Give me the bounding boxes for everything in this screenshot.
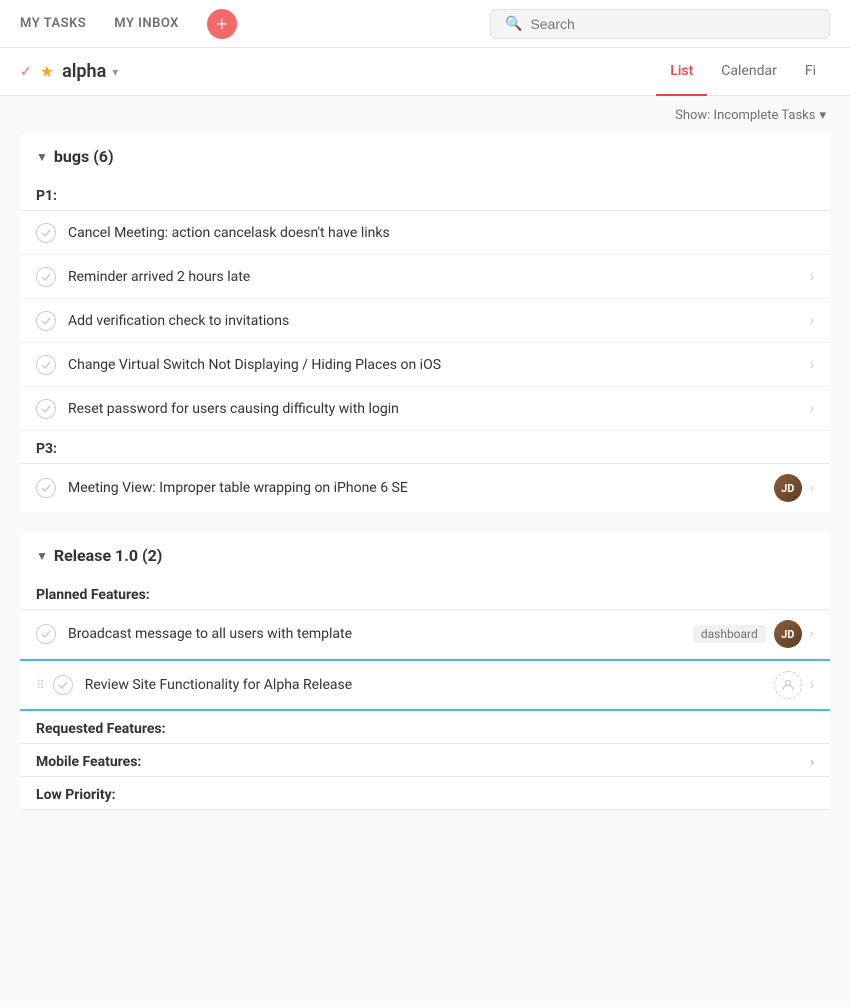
task-complete-button[interactable]	[36, 311, 56, 331]
release-section: ▼ Release 1.0 (2) Planned Features: Broa…	[20, 532, 830, 810]
search-icon: 🔍	[505, 16, 522, 32]
bugs-section-header[interactable]: ▼ bugs (6)	[20, 133, 830, 178]
task-row: Broadcast message to all users with temp…	[20, 610, 830, 659]
p3-subsection-header[interactable]: P3:	[20, 431, 830, 464]
task-arrow-icon: ›	[810, 401, 814, 417]
task-complete-button[interactable]	[53, 675, 73, 695]
search-input[interactable]	[530, 16, 815, 32]
project-name: alpha	[62, 61, 106, 82]
star-icon: ★	[40, 62, 54, 81]
avatar-placeholder	[774, 671, 802, 699]
mobile-subsection-header[interactable]: Mobile Features: ›	[20, 744, 830, 777]
task-text: Broadcast message to all users with temp…	[68, 626, 685, 642]
task-row: Meeting View: Improper table wrapping on…	[20, 464, 830, 512]
task-arrow-icon: ›	[810, 269, 814, 285]
task-complete-button[interactable]	[36, 399, 56, 419]
avatar: JD	[774, 474, 802, 502]
bugs-collapse-icon: ▼	[36, 150, 48, 164]
planned-label: Planned Features:	[36, 587, 814, 603]
main-content: Show: Incomplete Tasks ▾ ▼ bugs (6) P1: …	[0, 96, 850, 1007]
tab-list[interactable]: List	[656, 48, 707, 96]
top-nav: MY TASKS MY INBOX + 🔍	[0, 0, 850, 48]
task-arrow-icon: ›	[810, 357, 814, 373]
task-text: Review Site Functionality for Alpha Rele…	[85, 677, 766, 693]
task-row: Change Virtual Switch Not Displaying / H…	[20, 343, 830, 387]
task-text: Reset password for users causing difficu…	[68, 401, 802, 417]
bugs-section: ▼ bugs (6) P1: Cancel Meeting: action ca…	[20, 133, 830, 512]
task-text: Reminder arrived 2 hours late	[68, 269, 802, 285]
p3-label: P3:	[36, 441, 814, 457]
task-tag: dashboard	[693, 625, 766, 643]
task-meta: dashboard JD	[693, 620, 802, 648]
project-header: ✓ ★ alpha ▾ List Calendar Fi	[0, 48, 850, 96]
p1-label: P1:	[36, 188, 814, 204]
task-text: Change Virtual Switch Not Displaying / H…	[68, 357, 802, 373]
task-row-highlighted: ⠿ Review Site Functionality for Alpha Re…	[20, 659, 830, 711]
task-meta: JD	[774, 474, 802, 502]
requested-label: Requested Features:	[36, 721, 814, 737]
filter-bar: Show: Incomplete Tasks ▾	[0, 96, 850, 133]
planned-subsection-header[interactable]: Planned Features:	[20, 577, 830, 610]
project-caret-icon[interactable]: ▾	[112, 65, 118, 79]
add-button[interactable]: +	[207, 9, 237, 39]
tab-calendar[interactable]: Calendar	[707, 48, 791, 96]
project-tabs: List Calendar Fi	[656, 48, 830, 96]
my-inbox-link[interactable]: MY INBOX	[114, 16, 179, 31]
my-tasks-link[interactable]: MY TASKS	[20, 16, 86, 31]
p1-subsection-header[interactable]: P1:	[20, 178, 830, 211]
task-row: Reset password for users causing difficu…	[20, 387, 830, 431]
search-box: 🔍	[490, 9, 830, 39]
task-arrow-icon: ›	[810, 480, 814, 496]
task-text: Add verification check to invitations	[68, 313, 802, 329]
lowpriority-subsection-header[interactable]: Low Priority:	[20, 777, 830, 810]
filter-label: Show: Incomplete Tasks	[675, 108, 815, 123]
task-complete-button[interactable]	[36, 624, 56, 644]
task-meta	[774, 671, 802, 699]
bugs-section-title: bugs (6)	[54, 147, 114, 166]
task-complete-button[interactable]	[36, 267, 56, 287]
avatar: JD	[774, 620, 802, 648]
requested-subsection-header[interactable]: Requested Features:	[20, 711, 830, 744]
task-row: Add verification check to invitations ›	[20, 299, 830, 343]
release-section-title: Release 1.0 (2)	[54, 546, 163, 565]
filter-button[interactable]: Show: Incomplete Tasks ▾	[675, 108, 826, 123]
task-arrow-icon: ›	[810, 313, 814, 329]
task-arrow-icon: ›	[810, 626, 814, 642]
filter-caret-icon: ▾	[819, 108, 826, 123]
task-arrow-icon: ›	[810, 677, 814, 693]
check-icon: ✓	[20, 64, 32, 80]
task-complete-button[interactable]	[36, 223, 56, 243]
task-row: Cancel Meeting: action cancelask doesn't…	[20, 211, 830, 255]
drag-handle-icon[interactable]: ⠿	[36, 678, 45, 692]
tab-fi[interactable]: Fi	[791, 48, 830, 96]
release-collapse-icon: ▼	[36, 549, 48, 563]
task-text: Meeting View: Improper table wrapping on…	[68, 480, 766, 496]
release-section-header[interactable]: ▼ Release 1.0 (2)	[20, 532, 830, 577]
task-complete-button[interactable]	[36, 355, 56, 375]
task-text: Cancel Meeting: action cancelask doesn't…	[68, 225, 814, 241]
lowpriority-label: Low Priority:	[36, 787, 814, 803]
task-complete-button[interactable]	[36, 478, 56, 498]
mobile-arrow-icon: ›	[810, 755, 814, 769]
mobile-label: Mobile Features:	[36, 754, 810, 770]
task-row: Reminder arrived 2 hours late ›	[20, 255, 830, 299]
